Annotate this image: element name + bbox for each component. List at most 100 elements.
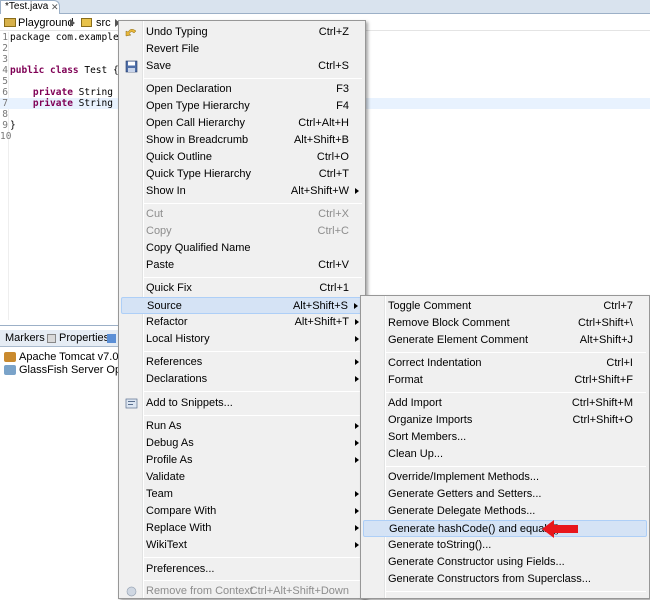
breadcrumb-item-project[interactable]: Playground (18, 16, 74, 30)
menu-item-accelerator: Alt+Shift+J (579, 334, 633, 346)
menu-item-accelerator: F4 (336, 100, 349, 112)
menu-item-wikitext[interactable]: WikiText (121, 537, 363, 554)
menu-item-open-declaration[interactable]: Open Declaration F3 (121, 81, 363, 98)
editor-tab-label: *Test.java (5, 1, 49, 12)
save-icon (125, 60, 138, 73)
menu-item-source[interactable]: Source Alt+Shift+S (121, 297, 363, 314)
menu-item-label: Clean Up... (388, 448, 444, 460)
menu-item-remove-block-comment[interactable]: Remove Block Comment Ctrl+Shift+\ (363, 315, 647, 332)
menu-item-debug-as[interactable]: Debug As (121, 435, 363, 452)
menu-item-generate-getters-setters[interactable]: Generate Getters and Setters... (363, 486, 647, 503)
menu-item-open-type-hierarchy[interactable]: Open Type Hierarchy F4 (121, 98, 363, 115)
keyword: private (10, 87, 73, 98)
breadcrumb-arrow-icon[interactable] (70, 19, 75, 27)
menu-item-sort-members[interactable]: Sort Members... (363, 429, 647, 446)
menu-separator (386, 591, 646, 592)
line-number: 1 (2, 32, 8, 43)
menu-separator (144, 277, 362, 278)
server-item-tomcat[interactable]: Apache Tomcat v7.0.5 a (4, 350, 137, 364)
menu-item-generate-delegate-methods[interactable]: Generate Delegate Methods... (363, 503, 647, 520)
undo-icon (125, 29, 137, 37)
menu-item-show-in-breadcrumb[interactable]: Show in Breadcrumb Alt+Shift+B (121, 132, 363, 149)
menu-item-label: Compare With (146, 505, 217, 517)
menu-item-label: Quick Outline (146, 151, 213, 163)
menu-item-correct-indentation[interactable]: Correct Indentation Ctrl+I (363, 355, 647, 372)
breadcrumb-item-src[interactable]: src (96, 16, 111, 30)
menu-item-save[interactable]: Save Ctrl+S (121, 58, 363, 75)
menu-item-label: Run As (146, 420, 182, 432)
menu-item-team[interactable]: Team (121, 486, 363, 503)
menu-item-remove-from-context[interactable]: Remove from Context Ctrl+Alt+Shift+Down (121, 583, 363, 600)
menu-separator (144, 415, 362, 416)
menu-item-label: Generate Constructor using Fields... (388, 556, 565, 568)
menu-item-toggle-comment[interactable]: Toggle Comment Ctrl+7 (363, 298, 647, 315)
tab-label: Properties (59, 332, 110, 344)
menu-item-generate-constructor-fields[interactable]: Generate Constructor using Fields... (363, 554, 647, 571)
menu-item-label: Generate Getters and Setters... (388, 488, 542, 500)
tab-properties[interactable]: Properties (44, 330, 112, 347)
menu-item-accelerator: Ctrl+Z (318, 26, 349, 38)
menu-item-refactor[interactable]: Refactor Alt+Shift+T (121, 314, 363, 331)
menu-item-cut[interactable]: Cut Ctrl+X (121, 206, 363, 223)
submenu-arrow-icon (355, 542, 359, 548)
menu-item-preferences[interactable]: Preferences... (121, 561, 363, 578)
close-icon[interactable]: ✕ (51, 1, 59, 13)
menu-item-clean-up[interactable]: Clean Up... (363, 446, 647, 463)
tab-markers[interactable]: Markers (2, 330, 48, 347)
servers-icon (107, 333, 116, 343)
menu-item-label: Generate Constructors from Superclass... (388, 573, 591, 585)
source-submenu: Toggle Comment Ctrl+7 Remove Block Comme… (360, 295, 650, 599)
menu-item-label: Replace With (146, 522, 212, 534)
menu-item-generate-constructors-superclass[interactable]: Generate Constructors from Superclass... (363, 571, 647, 588)
menu-item-quick-fix[interactable]: Quick Fix Ctrl+1 (121, 280, 363, 297)
menu-item-declarations[interactable]: Declarations (121, 371, 363, 388)
menu-item-accelerator: Ctrl+S (318, 60, 349, 72)
menu-item-quick-outline[interactable]: Quick Outline Ctrl+O (121, 149, 363, 166)
menu-item-replace-with[interactable]: Replace With (121, 520, 363, 537)
menu-item-label: Cut (146, 208, 164, 220)
line-number: 9 (2, 120, 8, 131)
menu-item-add-to-snippets[interactable]: Add to Snippets... (121, 395, 363, 412)
menu-item-validate[interactable]: Validate (121, 469, 363, 486)
menu-item-label: References (146, 356, 203, 368)
menu-item-label: Override/Implement Methods... (388, 471, 540, 483)
remove-context-icon (126, 586, 137, 597)
menu-item-copy[interactable]: Copy Ctrl+C (121, 223, 363, 240)
menu-item-revert-file[interactable]: Revert File (121, 41, 363, 58)
menu-item-compare-with[interactable]: Compare With (121, 503, 363, 520)
menu-item-references[interactable]: References (121, 354, 363, 371)
menu-item-generate-hashcode-equals[interactable]: Generate hashCode() and equals()... (363, 520, 647, 537)
menu-item-show-in[interactable]: Show In Alt+Shift+W (121, 183, 363, 200)
menu-item-accelerator: Ctrl+Shift+\ (577, 317, 633, 329)
menu-item-generate-tostring[interactable]: Generate toString()... (363, 537, 647, 554)
menu-item-open-call-hierarchy[interactable]: Open Call Hierarchy Ctrl+Alt+H (121, 115, 363, 132)
context-menu: Undo Typing Ctrl+Z Revert File Save Ctrl… (118, 20, 366, 599)
menu-item-paste[interactable]: Paste Ctrl+V (121, 257, 363, 274)
editor-tab-test-java[interactable]: *Test.java ✕ (0, 0, 60, 14)
menu-item-undo-typing[interactable]: Undo Typing Ctrl+Z (121, 24, 363, 41)
menu-item-label: Quick Type Hierarchy (146, 168, 251, 180)
menu-item-organize-imports[interactable]: Organize Imports Ctrl+Shift+O (363, 412, 647, 429)
menu-item-label: Show In (146, 185, 186, 197)
menu-item-label: Organize Imports (388, 414, 473, 426)
menu-item-override-implement-methods[interactable]: Override/Implement Methods... (363, 469, 647, 486)
submenu-arrow-icon (355, 359, 359, 365)
menu-item-accelerator: Ctrl+Shift+F (574, 374, 633, 386)
menu-item-quick-type-hierarchy[interactable]: Quick Type Hierarchy Ctrl+T (121, 166, 363, 183)
menu-item-local-history[interactable]: Local History (121, 331, 363, 348)
menu-item-format[interactable]: Format Ctrl+Shift+F (363, 372, 647, 389)
submenu-arrow-icon (355, 457, 359, 463)
menu-item-label: Open Call Hierarchy (146, 117, 246, 129)
menu-item-add-import[interactable]: Add Import Ctrl+Shift+M (363, 395, 647, 412)
menu-item-generate-element-comment[interactable]: Generate Element Comment Alt+Shift+J (363, 332, 647, 349)
menu-item-accelerator: Ctrl+C (317, 225, 349, 237)
submenu-arrow-icon (355, 188, 359, 194)
editor-tab-bar: *Test.java ✕ (0, 0, 650, 14)
tab-label: Markers (5, 332, 45, 344)
menu-item-run-as[interactable]: Run As (121, 418, 363, 435)
line-number: 7 (2, 98, 8, 109)
menu-item-profile-as[interactable]: Profile As (121, 452, 363, 469)
menu-item-copy-qualified-name[interactable]: Copy Qualified Name (121, 240, 363, 257)
menu-item-label: WikiText (146, 539, 187, 551)
menu-separator (144, 580, 362, 581)
